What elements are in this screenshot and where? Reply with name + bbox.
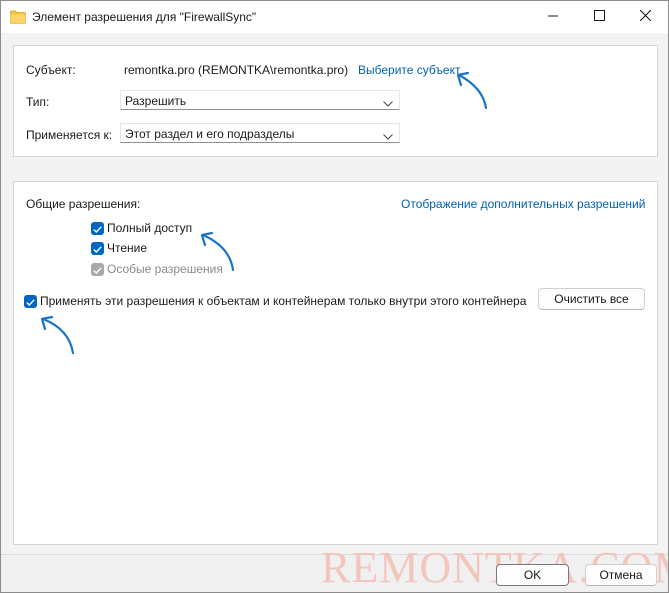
folder-icon bbox=[10, 10, 26, 27]
read-label: Чтение bbox=[107, 241, 148, 255]
checkmark-icon bbox=[93, 222, 102, 236]
applies-to-dropdown-value: Этот раздел и его подразделы bbox=[125, 127, 295, 141]
select-subject-link[interactable]: Выберите субъект bbox=[358, 63, 460, 77]
apply-inside-container-label: Применять эти разрешения к объектам и ко… bbox=[40, 294, 527, 308]
chevron-down-icon bbox=[383, 129, 393, 143]
type-dropdown-value: Разрешить bbox=[125, 94, 187, 108]
checkmark-icon bbox=[93, 242, 102, 256]
full-access-label: Полный доступ bbox=[107, 221, 193, 235]
permissions-panel: Общие разрешения: Отображение дополнител… bbox=[13, 181, 658, 545]
annotation-arrow-icon bbox=[40, 315, 75, 355]
close-icon bbox=[639, 9, 651, 24]
type-label: Тип: bbox=[26, 95, 50, 109]
annotation-arrow-icon bbox=[200, 231, 235, 272]
full-access-checkbox[interactable] bbox=[91, 222, 104, 235]
special-permissions-checkbox bbox=[91, 263, 104, 276]
show-advanced-permissions-link[interactable]: Отображение дополнительных разрешений bbox=[401, 197, 645, 211]
subject-value: remontka.pro (REMONTKA\remontka.pro) bbox=[124, 63, 349, 77]
subject-panel: Субъект: remontka.pro (REMONTKA\remontka… bbox=[13, 45, 658, 157]
apply-inside-container-checkbox[interactable] bbox=[24, 295, 37, 308]
type-dropdown[interactable]: Разрешить bbox=[120, 90, 400, 110]
close-button[interactable] bbox=[622, 1, 668, 33]
minimize-button[interactable] bbox=[530, 1, 576, 33]
window-title: Элемент разрешения для "FirewallSync" bbox=[32, 10, 257, 24]
read-checkbox[interactable] bbox=[91, 242, 104, 255]
ok-button[interactable]: OK bbox=[496, 564, 569, 586]
checkmark-icon bbox=[93, 263, 102, 277]
permission-entry-dialog: Элемент разрешения для "FirewallSync" Су… bbox=[0, 0, 669, 593]
permissions-heading: Общие разрешения: bbox=[26, 197, 141, 211]
minimize-icon bbox=[548, 10, 558, 24]
applies-to-label: Применяется к: bbox=[26, 128, 113, 142]
cancel-button[interactable]: Отмена bbox=[585, 564, 657, 586]
maximize-button[interactable] bbox=[576, 1, 622, 33]
title-bar: Элемент разрешения для "FirewallSync" bbox=[1, 1, 668, 33]
subject-label: Субъект: bbox=[26, 63, 76, 77]
chevron-down-icon bbox=[383, 96, 393, 110]
applies-to-dropdown[interactable]: Этот раздел и его подразделы bbox=[120, 123, 400, 143]
checkmark-icon bbox=[26, 295, 35, 309]
maximize-icon bbox=[593, 10, 605, 24]
clear-all-button[interactable]: Очистить все bbox=[538, 288, 645, 310]
annotation-arrow-icon bbox=[456, 71, 488, 110]
